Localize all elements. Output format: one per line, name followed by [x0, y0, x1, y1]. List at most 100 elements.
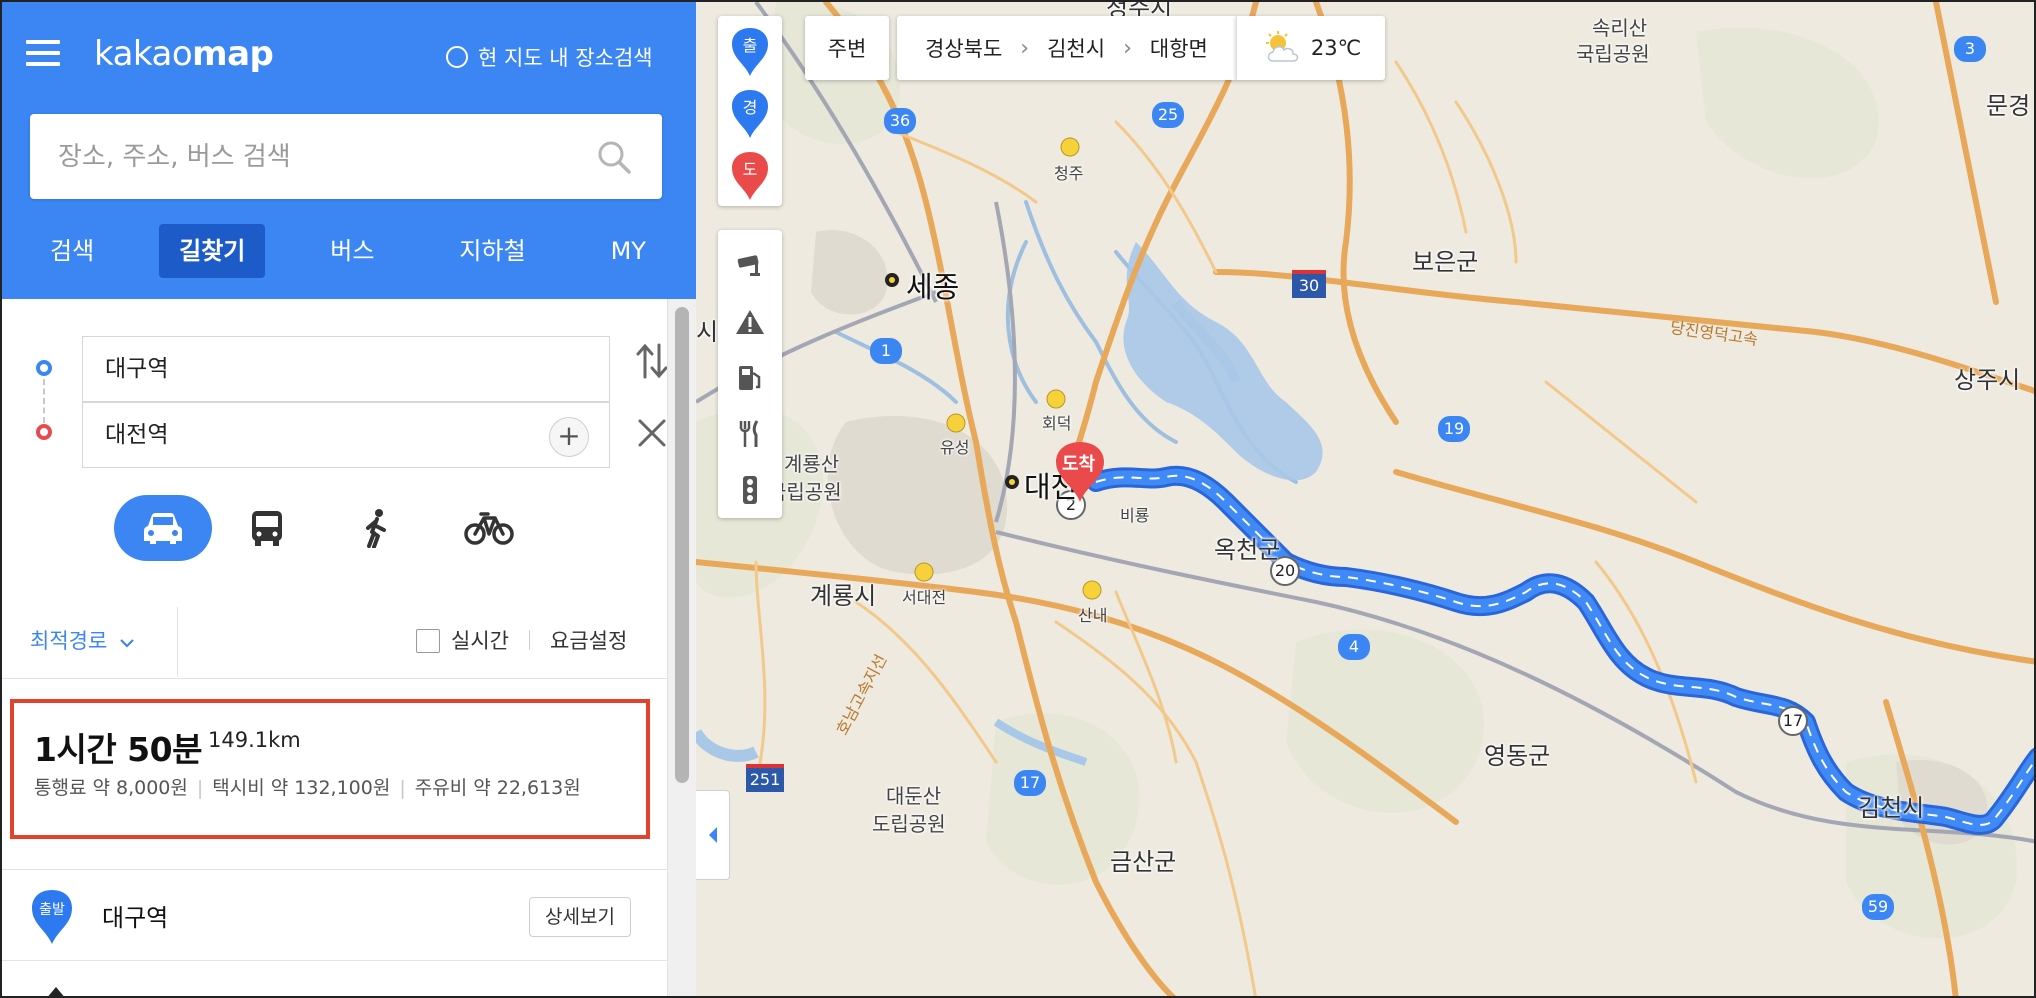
search-bar — [30, 114, 662, 199]
svg-text:경: 경 — [743, 98, 758, 117]
divider — [2, 678, 667, 679]
mode-bike-button[interactable] — [449, 495, 529, 561]
place-label-si: 시 — [696, 318, 719, 346]
cctv-icon[interactable] — [730, 246, 770, 286]
tab-bus[interactable]: 버스 — [310, 224, 394, 278]
around-button[interactable]: 주변 — [805, 16, 889, 80]
detail-button[interactable]: 상세보기 — [529, 897, 631, 937]
road-shield: 59 — [1862, 894, 1894, 920]
breadcrumb: 경상북도 › 김천시 › 대항면 — [897, 16, 1236, 80]
road-shield: 251 — [746, 764, 784, 792]
current-map-search-toggle[interactable]: 현 지도 내 장소검색 — [446, 42, 653, 72]
divider — [2, 960, 667, 961]
route-duration: 1시간 50분 — [34, 730, 202, 769]
place-label-biryong: 비룡 — [1120, 506, 1150, 525]
add-waypoint-button[interactable]: + — [549, 417, 589, 457]
traffic-light-icon[interactable] — [730, 470, 770, 510]
map-tools-palette — [718, 230, 782, 518]
park-label-daedunsan-sub: 도립공원 — [872, 812, 946, 836]
place-label-boeun: 보은군 — [1412, 248, 1479, 276]
divider — [2, 869, 667, 870]
bike-icon — [464, 512, 514, 545]
restaurant-icon[interactable] — [730, 414, 770, 454]
mode-walk-button[interactable] — [344, 495, 410, 561]
place-label-sangju: 상주시 — [1954, 366, 2021, 394]
walk-icon — [366, 509, 386, 548]
breadcrumb-city[interactable]: 김천시 — [1047, 33, 1105, 63]
place-label-mungyeong: 문경 — [1986, 92, 2031, 120]
fuel-cost: 주유비 약 22,613원 — [414, 777, 581, 799]
collapse-sidebar-button[interactable] — [696, 790, 730, 880]
park-label-gyeryongsan: 계룡산 — [784, 452, 840, 476]
temperature-value: 23℃ — [1310, 36, 1362, 60]
origin-dot-icon — [36, 360, 52, 376]
fare-setting-link[interactable]: 요금설정 — [550, 625, 627, 655]
road-shield: 17 — [1778, 706, 1808, 736]
search-icon[interactable] — [594, 137, 634, 177]
warning-icon[interactable] — [730, 302, 770, 342]
weather-widget[interactable]: 23℃ — [1235, 16, 1386, 80]
taxi-cost: 택시비 약 132,100원 — [212, 777, 391, 799]
start-step-name: 대구역 — [102, 904, 169, 932]
kakaomap-logo[interactable]: kakaomap — [94, 34, 274, 74]
map-canvas[interactable]: 36 25 30 1 19 20 4 17 17 59 251 3 2 세종 보… — [696, 2, 2034, 996]
tab-search[interactable]: 검색 — [30, 224, 114, 278]
place-label-cheongju: 청주 — [1054, 164, 1084, 183]
svg-text:출발: 출발 — [39, 902, 65, 918]
waypoint-pin-icon[interactable]: 경 — [730, 88, 770, 140]
place-label-sejong: 세종 — [906, 270, 960, 304]
partly-cloudy-icon — [1265, 31, 1299, 62]
road-shield: 4 — [1338, 634, 1370, 660]
step-triangle-icon — [46, 987, 66, 996]
route-distance: 149.1km — [208, 728, 301, 752]
breadcrumb-province[interactable]: 경상북도 — [925, 33, 1002, 63]
place-label-geumsan: 금산군 — [1110, 848, 1177, 876]
start-badge-icon: 출발 — [32, 890, 72, 944]
realtime-checkbox[interactable] — [416, 629, 440, 653]
place-label-sannae: 산내 — [1078, 606, 1108, 625]
toll-cost: 통행료 약 8,000원 — [34, 777, 188, 799]
road-shield: 30 — [1292, 270, 1326, 298]
sidebar-header: kakaomap 현 지도 내 장소검색 검색 길찾기 버스 지하철 MY — [2, 2, 696, 299]
menu-icon[interactable] — [26, 40, 60, 68]
route-type-dropdown[interactable]: 최적경로 — [30, 625, 134, 655]
destination-marker-label: 도착 — [1062, 454, 1096, 475]
gas-station-icon[interactable] — [730, 358, 770, 398]
chevron-right-icon: › — [1123, 35, 1132, 61]
scrollbar-thumb[interactable] — [675, 307, 689, 783]
search-input[interactable] — [58, 141, 594, 172]
divider — [529, 630, 530, 650]
breadcrumb-district[interactable]: 대항면 — [1150, 33, 1208, 63]
realtime-label: 실시간 — [451, 629, 509, 653]
chevron-left-icon — [708, 827, 717, 843]
place-label-gyeryong: 계룡시 — [810, 582, 877, 610]
start-pin-icon[interactable]: 출 — [730, 26, 770, 78]
tab-subway[interactable]: 지하철 — [439, 224, 545, 278]
tab-directions[interactable]: 길찾기 — [159, 224, 266, 278]
car-icon — [144, 513, 182, 544]
end-pin-icon[interactable]: 도 — [730, 150, 770, 202]
swap-icon[interactable] — [634, 341, 670, 381]
tab-my[interactable]: MY — [591, 224, 666, 278]
sidebar-panel: kakaomap 현 지도 내 장소검색 검색 길찾기 버스 지하철 MY — [2, 2, 696, 996]
road-shield: 3 — [1954, 36, 1986, 62]
road-shield: 36 — [884, 108, 916, 134]
kakao-map-app: 36 25 30 1 19 20 4 17 17 59 251 3 2 세종 보… — [0, 0, 2036, 998]
road-shield: 19 — [1438, 416, 1470, 442]
close-icon[interactable] — [636, 417, 668, 449]
svg-text:도: 도 — [743, 160, 758, 179]
place-label-okcheon: 옥천군 — [1214, 536, 1281, 564]
origin-field[interactable]: 대구역 — [82, 336, 610, 402]
place-label-yeongdong: 영동군 — [1484, 742, 1551, 770]
route-result-card[interactable]: 1시간 50분 149.1km 통행료 약 8,000원 | 택시비 약 132,1… — [10, 699, 650, 839]
place-label-hoedeok: 회덕 — [1042, 414, 1072, 433]
mode-car-button[interactable] — [114, 495, 212, 561]
scrollbar[interactable] — [667, 299, 696, 996]
logo-text-map: map — [192, 34, 274, 74]
place-label-gimcheon: 김천시 — [1858, 794, 1925, 822]
destination-field[interactable]: 대전역 + — [82, 402, 610, 468]
bus-icon — [252, 511, 282, 546]
map-location-bar: 주변 경상북도 › 김천시 › 대항면 23℃ — [805, 16, 1386, 80]
route-costs: 통행료 약 8,000원 | 택시비 약 132,100원 | 주유비 약 22,613… — [34, 777, 581, 799]
mode-bus-button[interactable] — [234, 495, 300, 561]
